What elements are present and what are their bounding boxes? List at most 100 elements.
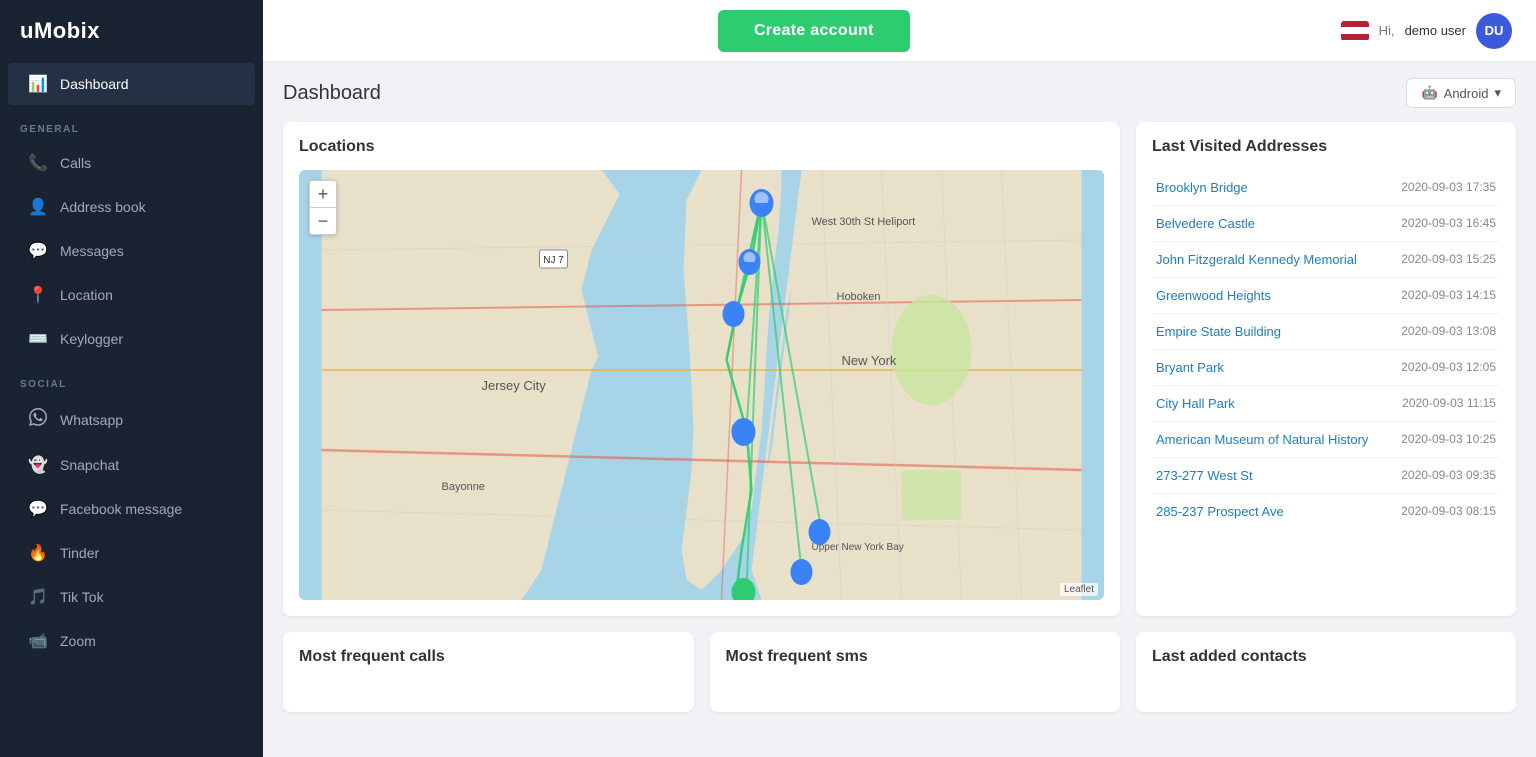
addresses-card: Last Visited Addresses Brooklyn Bridge 2… bbox=[1136, 122, 1516, 616]
sidebar-item-calls[interactable]: 📞 Calls bbox=[8, 142, 255, 184]
address-time: 2020-09-03 13:08 bbox=[1401, 324, 1496, 338]
topbar: Create account Hi, demo user DU bbox=[263, 0, 1536, 62]
tiktok-label: Tik Tok bbox=[60, 589, 104, 605]
calls-label: Calls bbox=[60, 155, 91, 171]
address-row[interactable]: Bryant Park 2020-09-03 12:05 bbox=[1152, 350, 1500, 386]
page-header: Dashboard 🤖 Android ▾ bbox=[283, 78, 1516, 108]
whatsapp-icon bbox=[28, 408, 48, 431]
sidebar-item-dashboard[interactable]: 📊 Dashboard bbox=[8, 63, 255, 105]
address-row[interactable]: Brooklyn Bridge 2020-09-03 17:35 bbox=[1152, 170, 1500, 206]
address-name: Belvedere Castle bbox=[1156, 216, 1389, 231]
whatsapp-label: Whatsapp bbox=[60, 412, 123, 428]
snapchat-label: Snapchat bbox=[60, 457, 119, 473]
sms-title: Most frequent sms bbox=[726, 648, 1105, 666]
address-row[interactable]: Greenwood Heights 2020-09-03 14:15 bbox=[1152, 278, 1500, 314]
dashboard-grid: Locations bbox=[283, 122, 1516, 712]
app-logo: uMobix bbox=[0, 0, 263, 62]
page-title: Dashboard bbox=[283, 82, 381, 105]
zoom-label: Zoom bbox=[60, 633, 96, 649]
device-label: Android bbox=[1444, 86, 1489, 101]
page-content: Dashboard 🤖 Android ▾ Locations bbox=[263, 62, 1536, 757]
address-row[interactable]: John Fitzgerald Kennedy Memorial 2020-09… bbox=[1152, 242, 1500, 278]
svg-text:Bayonne: Bayonne bbox=[442, 481, 485, 493]
social-section-label: SOCIAL bbox=[0, 361, 263, 396]
address-name: Brooklyn Bridge bbox=[1156, 180, 1389, 195]
keylogger-label: Keylogger bbox=[60, 331, 123, 347]
bottom-grid: Most frequent calls Most frequent sms La… bbox=[283, 632, 1516, 712]
address-row[interactable]: American Museum of Natural History 2020-… bbox=[1152, 422, 1500, 458]
locations-title: Locations bbox=[299, 138, 1104, 156]
svg-text:Jersey City: Jersey City bbox=[482, 378, 547, 393]
sidebar-item-keylogger[interactable]: ⌨️ Keylogger bbox=[8, 318, 255, 360]
address-time: 2020-09-03 17:35 bbox=[1401, 180, 1496, 194]
leaflet-attribution: Leaflet bbox=[1060, 583, 1098, 596]
addresses-title: Last Visited Addresses bbox=[1152, 138, 1500, 156]
svg-text:Upper New York Bay: Upper New York Bay bbox=[812, 542, 904, 553]
zoom-in-button[interactable]: + bbox=[310, 181, 336, 207]
snapchat-icon: 👻 bbox=[28, 455, 48, 475]
zoom-icon: 📹 bbox=[28, 631, 48, 651]
user-name: demo user bbox=[1405, 23, 1466, 38]
address-name: 273-277 West St bbox=[1156, 468, 1389, 483]
map-container[interactable]: Jersey City Bayonne West 30th St Helipor… bbox=[299, 170, 1104, 600]
messages-label: Messages bbox=[60, 243, 124, 259]
address-row[interactable]: City Hall Park 2020-09-03 11:15 bbox=[1152, 386, 1500, 422]
address-time: 2020-09-03 12:05 bbox=[1401, 360, 1496, 374]
sidebar-dashboard-label: Dashboard bbox=[60, 76, 129, 92]
address-name: American Museum of Natural History bbox=[1156, 432, 1389, 447]
sidebar-item-tinder[interactable]: 🔥 Tinder bbox=[8, 532, 255, 574]
facebook-label: Facebook message bbox=[60, 501, 182, 517]
address-book-icon: 👤 bbox=[28, 197, 48, 217]
address-row[interactable]: 273-277 West St 2020-09-03 09:35 bbox=[1152, 458, 1500, 494]
address-time: 2020-09-03 15:25 bbox=[1401, 252, 1496, 266]
tinder-icon: 🔥 bbox=[28, 543, 48, 563]
address-name: Greenwood Heights bbox=[1156, 288, 1389, 303]
sidebar-item-snapchat[interactable]: 👻 Snapchat bbox=[8, 444, 255, 486]
location-label: Location bbox=[60, 287, 113, 303]
svg-text:Hoboken: Hoboken bbox=[837, 291, 881, 303]
addresses-list[interactable]: Brooklyn Bridge 2020-09-03 17:35 Belvede… bbox=[1152, 170, 1500, 600]
calls-icon: 📞 bbox=[28, 153, 48, 173]
address-time: 2020-09-03 09:35 bbox=[1401, 468, 1496, 482]
messages-icon: 💬 bbox=[28, 241, 48, 261]
facebook-icon: 💬 bbox=[28, 499, 48, 519]
calls-card: Most frequent calls bbox=[283, 632, 694, 712]
sidebar-item-whatsapp[interactable]: Whatsapp bbox=[8, 397, 255, 442]
sidebar-item-location[interactable]: 📍 Location bbox=[8, 274, 255, 316]
sidebar-item-messages[interactable]: 💬 Messages bbox=[8, 230, 255, 272]
create-account-button[interactable]: Create account bbox=[718, 10, 910, 52]
address-book-label: Address book bbox=[60, 199, 146, 215]
address-name: City Hall Park bbox=[1156, 396, 1390, 411]
main-content: Create account Hi, demo user DU Dashboar… bbox=[263, 0, 1536, 757]
address-time: 2020-09-03 14:15 bbox=[1401, 288, 1496, 302]
chevron-down-icon: ▾ bbox=[1494, 85, 1501, 101]
address-name: Bryant Park bbox=[1156, 360, 1389, 375]
avatar: DU bbox=[1476, 13, 1512, 49]
tiktok-icon: 🎵 bbox=[28, 587, 48, 607]
sidebar-item-facebook[interactable]: 💬 Facebook message bbox=[8, 488, 255, 530]
svg-text:NJ 7: NJ 7 bbox=[543, 255, 564, 266]
hi-text: Hi, bbox=[1379, 23, 1395, 38]
location-icon: 📍 bbox=[28, 285, 48, 305]
sms-card: Most frequent sms bbox=[710, 632, 1121, 712]
sidebar-item-zoom[interactable]: 📹 Zoom bbox=[8, 620, 255, 662]
device-selector[interactable]: 🤖 Android ▾ bbox=[1406, 78, 1516, 108]
address-name: 285-237 Prospect Ave bbox=[1156, 504, 1389, 519]
android-icon: 🤖 bbox=[1421, 85, 1437, 101]
address-time: 2020-09-03 11:15 bbox=[1402, 396, 1496, 410]
address-name: John Fitzgerald Kennedy Memorial bbox=[1156, 252, 1389, 267]
user-area: Hi, demo user DU bbox=[1341, 13, 1512, 49]
keylogger-icon: ⌨️ bbox=[28, 329, 48, 349]
logo-suffix: Mobix bbox=[34, 18, 100, 43]
dashboard-icon: 📊 bbox=[28, 74, 48, 94]
address-row[interactable]: Belvedere Castle 2020-09-03 16:45 bbox=[1152, 206, 1500, 242]
sidebar-item-tiktok[interactable]: 🎵 Tik Tok bbox=[8, 576, 255, 618]
address-name: Empire State Building bbox=[1156, 324, 1389, 339]
sidebar-item-address-book[interactable]: 👤 Address book bbox=[8, 186, 255, 228]
address-time: 2020-09-03 16:45 bbox=[1401, 216, 1496, 230]
address-row[interactable]: Empire State Building 2020-09-03 13:08 bbox=[1152, 314, 1500, 350]
sidebar: uMobix 📊 Dashboard GENERAL 📞 Calls 👤 Add… bbox=[0, 0, 263, 757]
zoom-out-button[interactable]: − bbox=[310, 208, 336, 234]
address-time: 2020-09-03 08:15 bbox=[1401, 504, 1496, 518]
address-row[interactable]: 285-237 Prospect Ave 2020-09-03 08:15 bbox=[1152, 494, 1500, 529]
